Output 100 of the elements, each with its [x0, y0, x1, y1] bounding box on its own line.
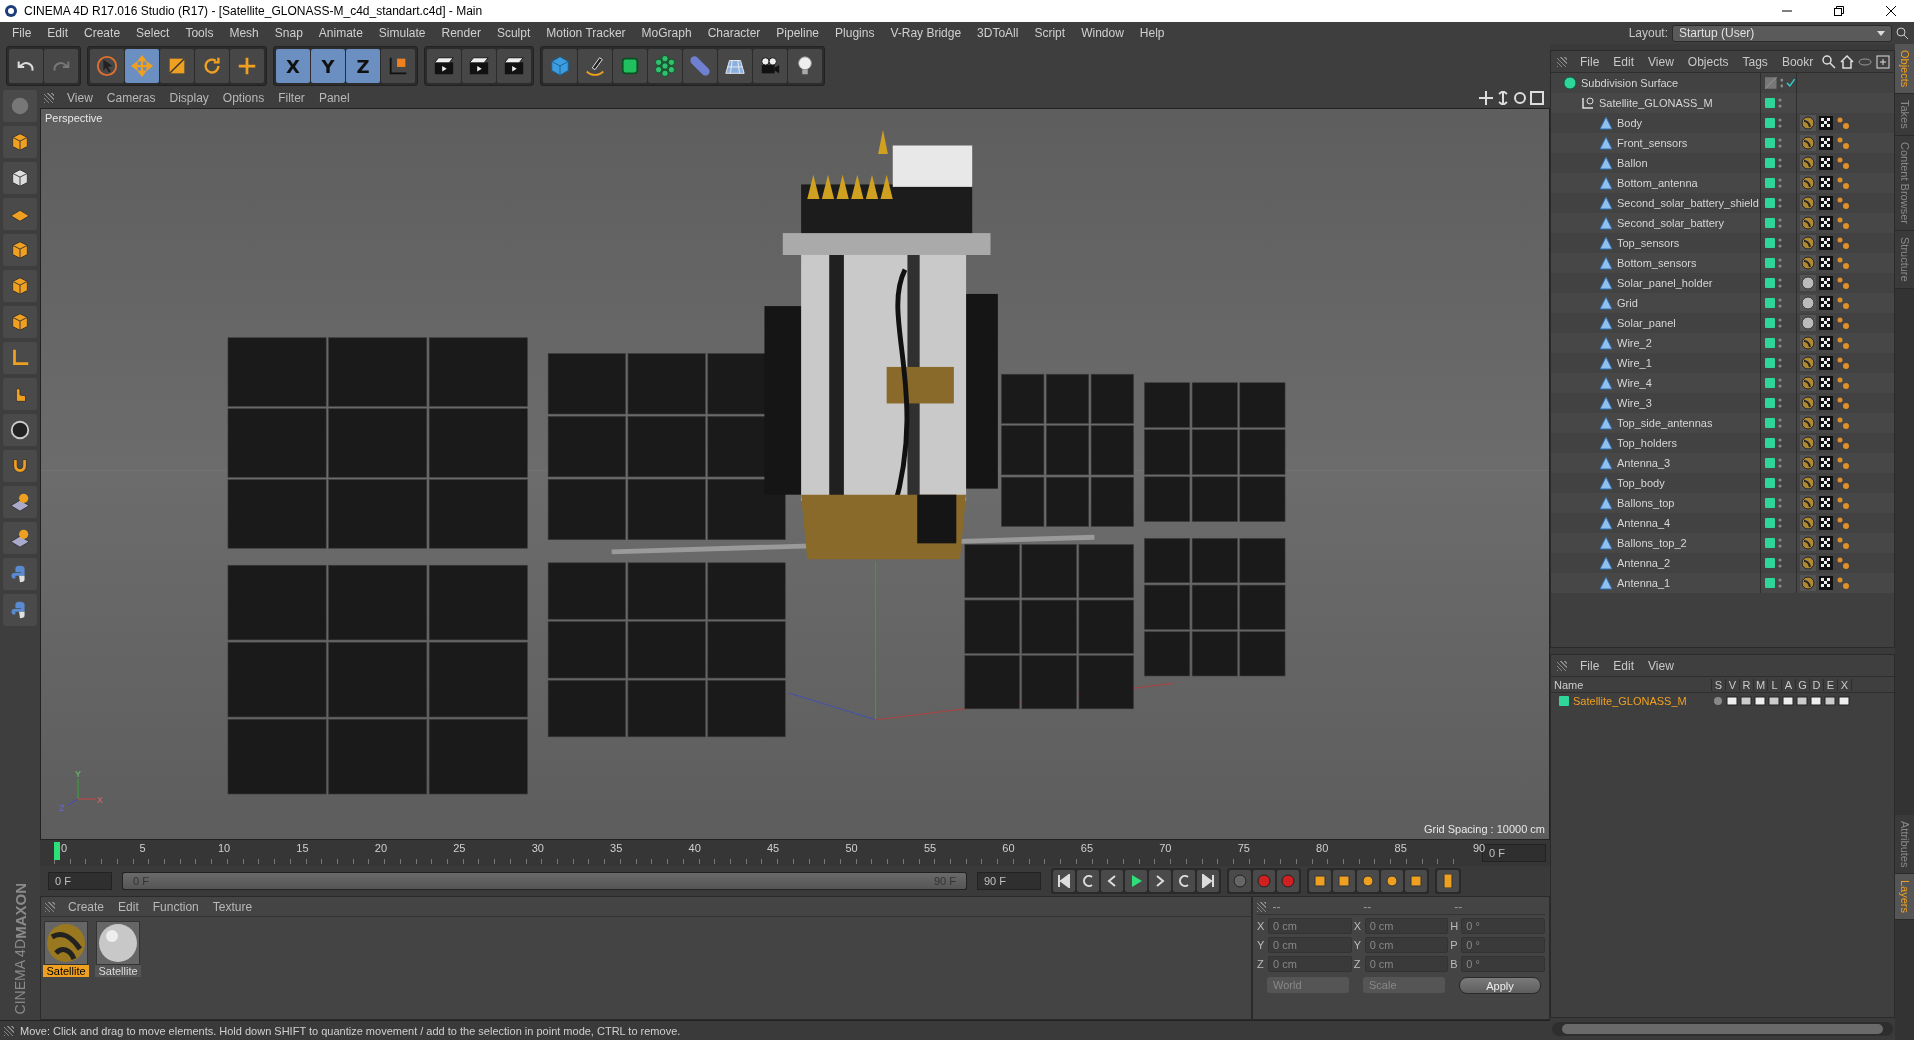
key-filter-button[interactable]: [1357, 870, 1379, 892]
mode-button[interactable]: [3, 522, 37, 554]
object-row[interactable]: Bottom_sensors: [1551, 253, 1894, 273]
object-row[interactable]: Satellite_GLONASS_M: [1551, 93, 1894, 113]
viewport-menu-item[interactable]: Panel: [311, 91, 357, 105]
playback-button[interactable]: [1197, 870, 1219, 892]
render-button[interactable]: [462, 49, 496, 83]
key-filter-button[interactable]: [1309, 870, 1331, 892]
horizontal-scrollbar[interactable]: [1552, 1022, 1893, 1036]
viewport-menu-item[interactable]: Cameras: [99, 91, 163, 105]
menu-item[interactable]: Create: [76, 26, 129, 40]
playback-button[interactable]: [1125, 870, 1147, 892]
coordinate-field[interactable]: 0 cm: [1268, 918, 1352, 934]
menu-item[interactable]: V-Ray Bridge: [882, 26, 970, 40]
object-menu-item[interactable]: Tags: [1735, 54, 1775, 69]
playback-button[interactable]: [1053, 870, 1075, 892]
object-row[interactable]: Ballons_top: [1551, 493, 1894, 513]
mode-button[interactable]: [3, 198, 37, 230]
menu-item[interactable]: Tools: [177, 26, 222, 40]
undo-button[interactable]: [9, 49, 43, 83]
object-row[interactable]: Antenna_1: [1551, 573, 1894, 593]
menu-item[interactable]: Simulate: [370, 26, 434, 40]
tool-button[interactable]: [230, 49, 264, 83]
coordinate-system-button[interactable]: [381, 49, 415, 83]
render-button[interactable]: [427, 49, 461, 83]
object-row[interactable]: Top_side_antennas: [1551, 413, 1894, 433]
timeline-button[interactable]: [1437, 870, 1459, 892]
mode-button[interactable]: [3, 450, 37, 482]
material-menu-item[interactable]: Function: [145, 899, 206, 914]
layer-menu-item[interactable]: View: [1641, 658, 1681, 673]
start-frame-field[interactable]: 0 F: [48, 872, 112, 890]
menu-item[interactable]: Script: [1026, 26, 1074, 40]
menu-item[interactable]: 3DToAll: [969, 26, 1027, 40]
key-button[interactable]: [1277, 870, 1299, 892]
playback-button[interactable]: [1173, 870, 1195, 892]
key-filter-button[interactable]: [1381, 870, 1403, 892]
menu-item[interactable]: Window: [1073, 26, 1132, 40]
mode-button[interactable]: [3, 378, 37, 410]
material-menu-item[interactable]: Create: [61, 899, 112, 914]
viewport-menu-item[interactable]: Display: [162, 91, 216, 105]
coordinate-field[interactable]: 0 cm: [1268, 937, 1352, 953]
object-row[interactable]: Antenna_3: [1551, 453, 1894, 473]
menu-item[interactable]: Edit: [39, 26, 77, 40]
side-tab[interactable]: Objects: [1895, 44, 1914, 95]
menu-item[interactable]: Motion Tracker: [538, 26, 634, 40]
object-menu-item[interactable]: View: [1641, 54, 1681, 69]
side-tab[interactable]: Structure: [1895, 231, 1914, 289]
menu-item[interactable]: Plugins: [827, 26, 883, 40]
material-menu-item[interactable]: Edit: [111, 899, 146, 914]
tool-button[interactable]: [160, 49, 194, 83]
object-row[interactable]: Second_solar_battery: [1551, 213, 1894, 233]
playback-button[interactable]: [1101, 870, 1123, 892]
render-button[interactable]: [497, 49, 531, 83]
mode-button[interactable]: [3, 234, 37, 266]
axis-lock-button[interactable]: Y: [311, 49, 345, 83]
object-row[interactable]: Wire_2: [1551, 333, 1894, 353]
key-filter-button[interactable]: [1405, 870, 1427, 892]
tool-button[interactable]: [90, 49, 124, 83]
key-filter-button[interactable]: [1333, 870, 1355, 892]
coordinate-field[interactable]: 0 cm: [1268, 956, 1352, 972]
object-tool-button[interactable]: [788, 49, 822, 83]
material-menu-item[interactable]: Texture: [205, 899, 260, 914]
mode-button[interactable]: [3, 126, 37, 158]
layout-dropdown[interactable]: Startup (User): [1672, 24, 1892, 42]
menu-item[interactable]: Select: [128, 26, 178, 40]
menu-item[interactable]: Pipeline: [768, 26, 828, 40]
object-menu-item[interactable]: Bookr: [1774, 54, 1821, 69]
menu-item[interactable]: Render: [433, 26, 489, 40]
apply-button[interactable]: Apply: [1459, 977, 1541, 994]
side-tab[interactable]: Takes: [1895, 94, 1914, 137]
side-tab[interactable]: Attributes: [1895, 814, 1914, 874]
object-row[interactable]: Grid: [1551, 293, 1894, 313]
end-frame-field[interactable]: 90 F: [977, 872, 1041, 890]
menu-item[interactable]: Character: [699, 26, 769, 40]
key-button[interactable]: [1229, 870, 1251, 892]
mode-button[interactable]: [3, 162, 37, 194]
object-tool-button[interactable]: [753, 49, 787, 83]
object-menu-item[interactable]: File: [1573, 54, 1607, 69]
coordinate-field[interactable]: 0 °: [1461, 956, 1545, 972]
tool-button[interactable]: [195, 49, 229, 83]
menu-item[interactable]: Sculpt: [488, 26, 539, 40]
side-tab[interactable]: Layers: [1895, 873, 1914, 920]
menu-item[interactable]: Snap: [266, 26, 311, 40]
viewport-menu-item[interactable]: View: [60, 91, 100, 105]
viewport-menu-item[interactable]: Filter: [271, 91, 312, 105]
menu-item[interactable]: Help: [1131, 26, 1173, 40]
object-row[interactable]: Front_sensors: [1551, 133, 1894, 153]
playback-button[interactable]: [1149, 870, 1171, 892]
object-menu-item[interactable]: Edit: [1606, 54, 1642, 69]
mode-button[interactable]: [3, 414, 37, 446]
material-item[interactable]: Satellite: [95, 921, 141, 977]
viewport-menu-item[interactable]: Options: [215, 91, 272, 105]
object-menu-item[interactable]: Objects: [1680, 54, 1736, 69]
object-tool-button[interactable]: [718, 49, 752, 83]
object-row[interactable]: Ballons_top_2: [1551, 533, 1894, 553]
side-tab[interactable]: Content Browser: [1895, 136, 1914, 231]
mode-button[interactable]: [3, 594, 37, 626]
coordinate-field[interactable]: 0 °: [1461, 918, 1545, 934]
coordinate-field[interactable]: 0 °: [1461, 937, 1545, 953]
mode-button[interactable]: [3, 270, 37, 302]
